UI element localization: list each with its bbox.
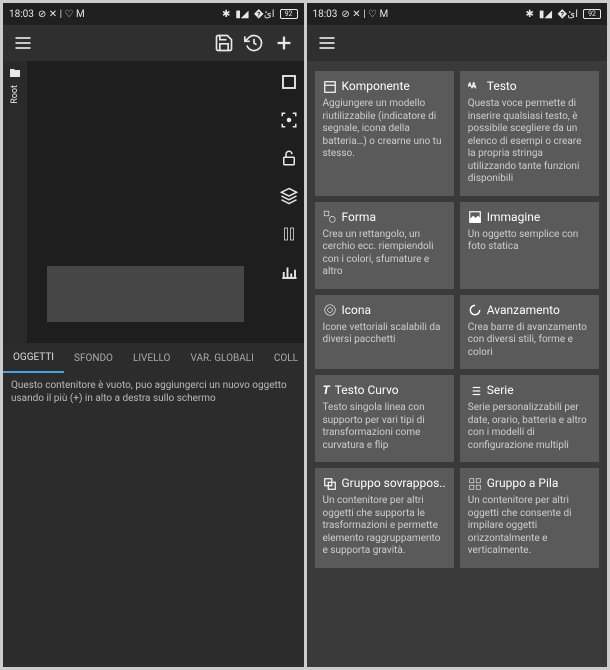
- card-desc: Testo singola linea con supporto per var…: [323, 402, 446, 452]
- card-gruppo-sovrappos[interactable]: Gruppo sovrappos.. Un contenitore per al…: [315, 468, 454, 568]
- card-komponente[interactable]: Komponente Aggiungere un modello riutili…: [315, 71, 454, 196]
- card-icona[interactable]: Icona Icone vettoriali scalabili da dive…: [315, 295, 454, 370]
- status-time: 18:03: [313, 9, 338, 20]
- card-desc: Questa voce permette di inserire qualsia…: [468, 98, 591, 186]
- status-time: 18:03: [9, 9, 34, 20]
- status-bar: 18:03 ⊘ ✕ | ♡ M ✱ ▮◢ �ائ 92: [3, 3, 304, 25]
- bluetooth-icon: ✱: [526, 9, 534, 20]
- pause-tool-icon[interactable]: [278, 223, 300, 245]
- root-label: Root: [10, 85, 20, 104]
- editor-area: Root: [3, 61, 304, 343]
- battery-icon: 92: [583, 9, 601, 19]
- object-type-grid: Komponente Aggiungere un modello riutili…: [307, 61, 608, 667]
- tool-rail: [274, 61, 304, 343]
- card-title: Testo: [487, 79, 517, 94]
- save-icon[interactable]: [212, 31, 236, 55]
- tab-var-globali[interactable]: VAR. GLOBALI: [180, 343, 263, 373]
- lock-tool-icon[interactable]: [278, 147, 300, 169]
- empty-hint: Questo contenitore è vuoto, puo aggiunge…: [3, 373, 304, 667]
- wifi-icon: �ائ: [557, 9, 578, 20]
- focus-tool-icon[interactable]: [278, 109, 300, 131]
- card-immagine[interactable]: Immagine Un oggetto semplice con foto st…: [460, 202, 599, 289]
- layers-tool-icon[interactable]: [278, 185, 300, 207]
- card-testo[interactable]: ᴬA Testo Questa voce permette di inserire…: [460, 71, 599, 196]
- menu-icon[interactable]: [315, 31, 339, 55]
- status-bar: 18:03 ⊘ ✕ | ♡ M ✱ ▮◢ �ائ 92: [307, 3, 608, 25]
- card-desc: Icone vettoriali scalabili da diversi pa…: [323, 322, 446, 347]
- battery-icon: 92: [280, 9, 298, 19]
- hierarchy-rail[interactable]: Root: [3, 61, 27, 343]
- card-desc: Un contenitore per altri oggetti che con…: [468, 495, 591, 558]
- card-desc: Un contenitore per altri oggetti che sup…: [323, 495, 446, 558]
- history-icon[interactable]: [242, 31, 266, 55]
- folder-icon: [8, 67, 22, 82]
- phone-editor: 18:03 ⊘ ✕ | ♡ M ✱ ▮◢ �ائ 92 Root: [3, 3, 304, 667]
- shape-tool-icon[interactable]: [278, 71, 300, 93]
- card-desc: Crea un rettangolo, un cerchio ecc. riem…: [323, 229, 446, 279]
- card-serie[interactable]: Serie Serie personalizzabili per date, o…: [460, 375, 599, 462]
- card-gruppo-pila[interactable]: Gruppo a Pila Un contenitore per altri o…: [460, 468, 599, 568]
- phone-picker: 18:03 ⊘ ✕ | ♡ M ✱ ▮◢ �ائ 92 Komponente A…: [307, 3, 608, 667]
- tab-livello[interactable]: LIVELLO: [123, 343, 181, 373]
- wifi-icon: �ائ: [254, 9, 275, 20]
- card-title: Avanzamento: [487, 303, 560, 318]
- app-bar: [307, 25, 608, 61]
- card-title: Gruppo a Pila: [487, 476, 559, 491]
- card-desc: Un oggetto semplice con foto statica: [468, 229, 591, 254]
- card-desc: Crea barre di avanzamento con diversi st…: [468, 322, 591, 360]
- svg-text:ᴬA: ᴬA: [468, 82, 476, 90]
- card-title: Testo Curvo: [335, 383, 399, 398]
- canvas[interactable]: [27, 61, 274, 343]
- tab-sfondo[interactable]: SFONDO: [64, 343, 123, 373]
- card-title: Icona: [342, 303, 372, 318]
- signal-icon: ▮◢: [539, 9, 552, 20]
- card-avanzamento[interactable]: Avanzamento Crea barre di avanzamento co…: [460, 295, 599, 370]
- add-icon[interactable]: [272, 31, 296, 55]
- card-title: Komponente: [342, 79, 410, 94]
- stats-tool-icon[interactable]: [278, 261, 300, 283]
- canvas-placeholder[interactable]: [47, 266, 244, 322]
- card-title: Gruppo sovrappos..: [342, 476, 446, 491]
- app-bar: [3, 25, 304, 61]
- signal-icon: ▮◢: [235, 9, 248, 20]
- card-forma[interactable]: Forma Crea un rettangolo, un cerchio ecc…: [315, 202, 454, 289]
- tab-oggetti[interactable]: OGGETTI: [3, 343, 64, 373]
- card-desc: Aggiungere un modello riutilizzabile (in…: [323, 98, 446, 161]
- card-desc: Serie personalizzabili per date, orario,…: [468, 402, 591, 452]
- bluetooth-icon: ✱: [222, 9, 230, 20]
- card-testo-curvo[interactable]: TTesto Curvo Testo singola linea con sup…: [315, 375, 454, 462]
- card-title: Forma: [342, 210, 376, 225]
- tab-coll[interactable]: COLL: [264, 343, 304, 373]
- bottom-tabs: OGGETTI SFONDO LIVELLO VAR. GLOBALI COLL: [3, 343, 304, 373]
- menu-icon[interactable]: [11, 31, 35, 55]
- card-title: Immagine: [487, 210, 540, 225]
- card-title: Serie: [487, 383, 514, 398]
